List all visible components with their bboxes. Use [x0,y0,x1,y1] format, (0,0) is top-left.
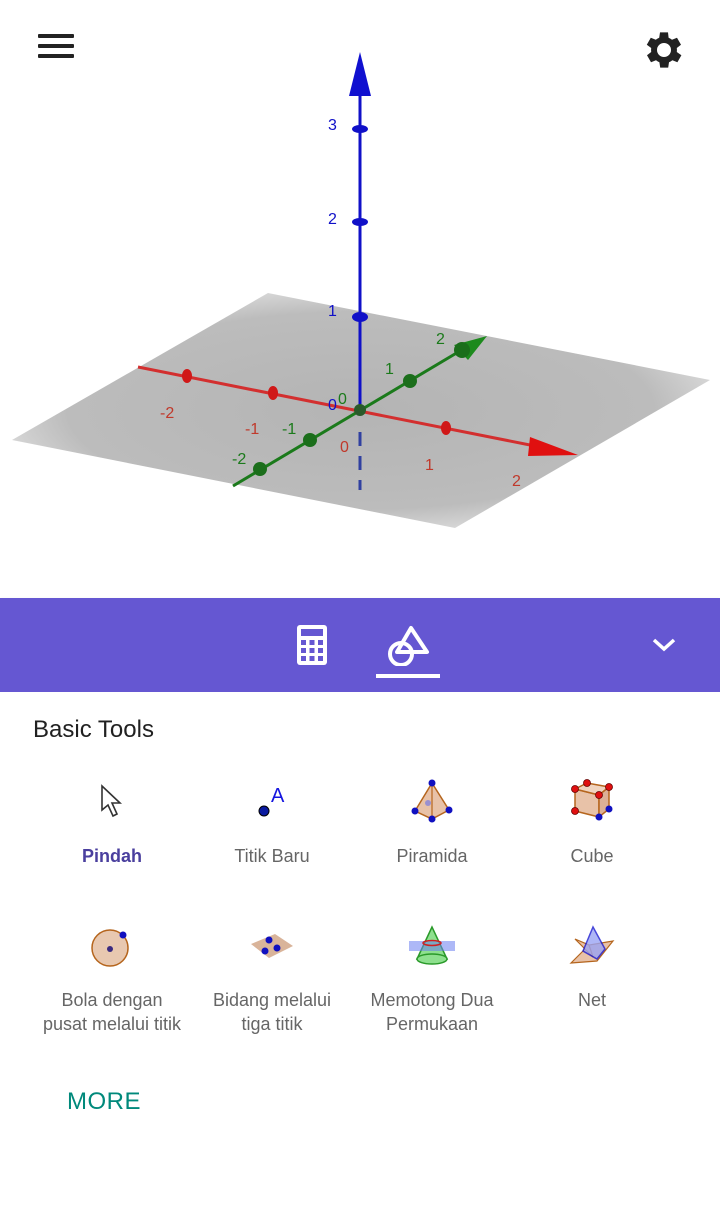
tool-label: Piramida [396,846,468,866]
y-label: 2 [436,331,445,348]
y-label: 0 [338,391,347,408]
z-label: 3 [328,117,337,134]
pyramid-icon [411,779,453,823]
tool-intersect-surfaces[interactable]: Memotong Dua Permukaan [347,916,517,1036]
z-tick [352,218,368,226]
tool-plane-three-points[interactable]: Bidang melalui tiga titik [187,916,357,1036]
tool-label: Bola dengan pusat melalui titik [42,990,182,1034]
plane-three-points-icon [251,934,293,958]
tools-panel: Basic Tools Pindah A Titik Baru Piramida… [0,692,720,1222]
tool-point[interactable]: A Titik Baru [187,772,357,868]
svg-text:A: A [271,785,285,807]
x-label: -2 [160,405,174,422]
y-tick [454,342,470,358]
point-icon: A [258,785,285,817]
tool-label: Pindah [81,846,142,866]
shapes-icon [388,626,429,666]
intersect-surfaces-icon [409,925,455,965]
net-icon [569,925,615,964]
tool-label: Titik Baru [234,846,310,866]
tool-net[interactable]: Net [507,916,677,1012]
tool-label: Net [577,990,606,1010]
z-label: 2 [328,211,337,228]
x-label: 2 [512,473,521,490]
y-label: -2 [232,451,246,468]
tool-move[interactable]: Pindah [27,772,197,868]
tool-cube[interactable]: Cube [507,772,677,868]
z-tick [352,312,368,322]
active-tab-indicator [376,674,440,678]
z-axis-arrow [349,52,371,96]
x-tick [268,386,278,400]
move-cursor-icon [101,784,123,818]
gear-icon[interactable] [640,26,688,74]
calculator-icon [297,625,327,665]
toolbar [0,598,720,692]
chevron-down-icon [652,638,676,652]
y-tick [403,374,417,388]
z-tick [352,125,368,133]
graphics-3d-view[interactable]: -2 -1 0 1 2 -2 -1 0 1 2 0 1 2 3 [0,0,720,598]
y-label: 1 [385,361,394,378]
z-label: 0 [328,397,337,414]
tool-label: Bidang melalui tiga titik [212,990,332,1034]
tab-algebra[interactable] [282,598,342,692]
x-label: 0 [340,439,349,456]
tool-sphere[interactable]: Bola dengan pusat melalui titik [27,916,197,1036]
sphere-icon [91,929,129,967]
tool-label: Memotong Dua Permukaan [370,990,494,1034]
x-label: 1 [425,457,434,474]
tool-label: Cube [570,846,614,866]
collapse-button[interactable] [640,598,688,692]
y-tick [253,462,267,476]
x-tick [441,421,451,435]
axes-3d: -2 -1 0 1 2 -2 -1 0 1 2 0 1 2 3 [12,52,710,528]
z-label: 1 [328,303,337,320]
origin [354,404,366,416]
hamburger-menu-icon[interactable] [34,30,78,66]
x-tick [182,369,192,383]
y-tick [303,433,317,447]
cube-icon [571,779,613,821]
tool-pyramid[interactable]: Piramida [347,772,517,868]
panel-title: Basic Tools [33,716,154,743]
x-label: -1 [245,421,259,438]
y-label: -1 [282,421,296,438]
more-button[interactable]: MORE [67,1088,141,1116]
